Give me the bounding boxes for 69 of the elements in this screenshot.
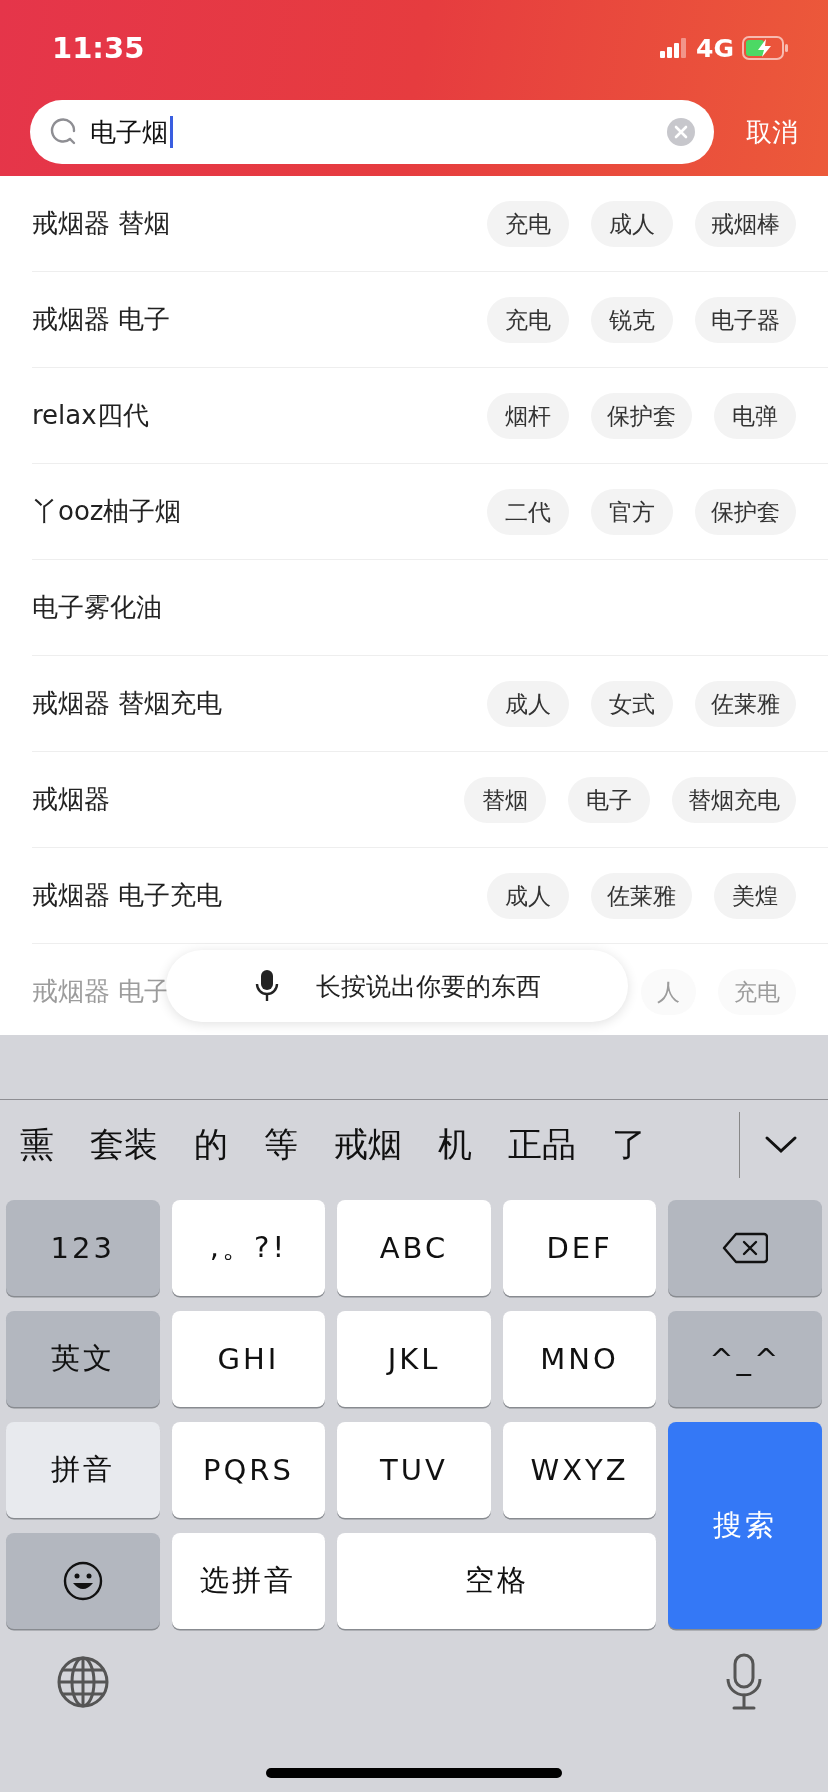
voice-hint-toast[interactable]: 长按说出你要的东西 bbox=[166, 950, 628, 1022]
globe-icon[interactable] bbox=[56, 1655, 110, 1709]
suggestion-tag[interactable]: 充电 bbox=[487, 200, 569, 247]
keyboard-key[interactable]: GHI bbox=[171, 1311, 326, 1407]
keyboard-key[interactable]: 拼音 bbox=[6, 1422, 160, 1518]
suggestion-text[interactable]: 戒烟器 电子充电 bbox=[32, 878, 223, 913]
suggestion-tag[interactable]: 成人 bbox=[591, 200, 673, 247]
chevron-down-icon[interactable] bbox=[764, 1135, 798, 1155]
keyboard-key[interactable]: TUV bbox=[337, 1422, 491, 1518]
candidate-word[interactable]: 熏 bbox=[20, 1122, 54, 1168]
keyboard-key[interactable]: DEF bbox=[502, 1200, 657, 1296]
candidate-word[interactable]: 套装 bbox=[90, 1122, 158, 1168]
suggestion-tag[interactable]: 充电 bbox=[487, 296, 569, 343]
suggestion-tag[interactable]: 锐克 bbox=[591, 296, 673, 343]
delete-key[interactable] bbox=[668, 1200, 822, 1296]
suggestion-text[interactable]: 丫ooz柚子烟 bbox=[32, 494, 182, 529]
keyboard-key[interactable]: WXYZ bbox=[502, 1422, 657, 1518]
search-key[interactable]: 搜索 bbox=[668, 1422, 822, 1629]
keyboard-key[interactable]: ABC bbox=[337, 1200, 491, 1296]
suggestion-text[interactable]: 戒烟器 bbox=[32, 782, 110, 817]
suggestion-tag[interactable]: 美煌 bbox=[714, 872, 796, 919]
network-label: 4G bbox=[696, 33, 734, 63]
emoji-key[interactable] bbox=[6, 1533, 160, 1629]
suggestion-tag[interactable]: 戒烟棒 bbox=[695, 200, 796, 247]
suggestion-tag[interactable]: 官方 bbox=[591, 488, 673, 535]
suggestion-tag[interactable]: 替烟 bbox=[464, 776, 546, 823]
candidate-word[interactable]: 机 bbox=[438, 1122, 472, 1168]
suggestion-text[interactable]: 戒烟器 替烟充电 bbox=[32, 686, 223, 721]
keyboard-key[interactable]: ^_^ bbox=[668, 1311, 822, 1407]
signal-icon bbox=[660, 38, 689, 58]
suggestion-tag[interactable]: 佐莱雅 bbox=[591, 872, 692, 919]
microphone-icon bbox=[253, 969, 280, 1003]
suggestion-text[interactable]: 戒烟器 电子 bbox=[32, 302, 171, 337]
smiley-icon bbox=[62, 1561, 103, 1601]
space-key[interactable]: 空格 bbox=[337, 1533, 657, 1629]
keyboard-key[interactable]: 选拼音 bbox=[171, 1533, 326, 1629]
suggestion-tag[interactable]: 电子 bbox=[568, 776, 650, 823]
keyboard-key[interactable]: 英文 bbox=[6, 1311, 160, 1407]
candidate-word[interactable]: 正品 bbox=[508, 1122, 576, 1168]
battery-charging-icon bbox=[742, 36, 790, 60]
keyboard-key[interactable]: PQRS bbox=[171, 1422, 326, 1518]
candidate-word[interactable]: 等 bbox=[264, 1122, 298, 1168]
suggestion-text[interactable]: relax四代 bbox=[32, 398, 149, 433]
candidate-word[interactable]: 戒烟 bbox=[334, 1122, 402, 1168]
suggestion-tag[interactable]: 保护套 bbox=[695, 488, 796, 535]
keyboard-key[interactable]: MNO bbox=[502, 1311, 657, 1407]
suggestion-tag[interactable]: 烟杆 bbox=[487, 392, 569, 439]
suggestion-tag[interactable]: 保护套 bbox=[591, 392, 692, 439]
candidate-word[interactable]: 了 bbox=[612, 1122, 646, 1168]
suggestion-tag[interactable]: 二代 bbox=[487, 488, 569, 535]
search-field[interactable]: 电子烟 bbox=[30, 100, 714, 164]
suggestion-tag[interactable]: 女式 bbox=[591, 680, 673, 727]
delete-icon bbox=[722, 1232, 769, 1264]
microphone-icon[interactable] bbox=[724, 1653, 764, 1711]
suggestion-tag[interactable]: 佐莱雅 bbox=[695, 680, 796, 727]
suggestion-tag[interactable]: 成人 bbox=[487, 872, 569, 919]
suggestion-tag[interactable]: 电弹 bbox=[714, 392, 796, 439]
suggestion-text[interactable]: 电子雾化油 bbox=[32, 590, 162, 625]
suggestion-tag[interactable]: 电子器 bbox=[695, 296, 796, 343]
keyboard-key[interactable]: 123 bbox=[6, 1200, 160, 1296]
status-time: 11:35 bbox=[52, 31, 145, 65]
suggestion-tag[interactable]: 成人 bbox=[487, 680, 569, 727]
candidate-word[interactable]: 的 bbox=[194, 1122, 228, 1168]
search-icon bbox=[48, 117, 78, 147]
cancel-button[interactable]: 取消 bbox=[742, 110, 802, 154]
keyboard-key[interactable]: JKL bbox=[337, 1311, 491, 1407]
suggestion-text[interactable]: 戒烟器 替烟 bbox=[32, 206, 171, 241]
keyboard-key[interactable]: ,。?! bbox=[171, 1200, 326, 1296]
suggestion-tag[interactable]: 替烟充电 bbox=[672, 776, 796, 823]
